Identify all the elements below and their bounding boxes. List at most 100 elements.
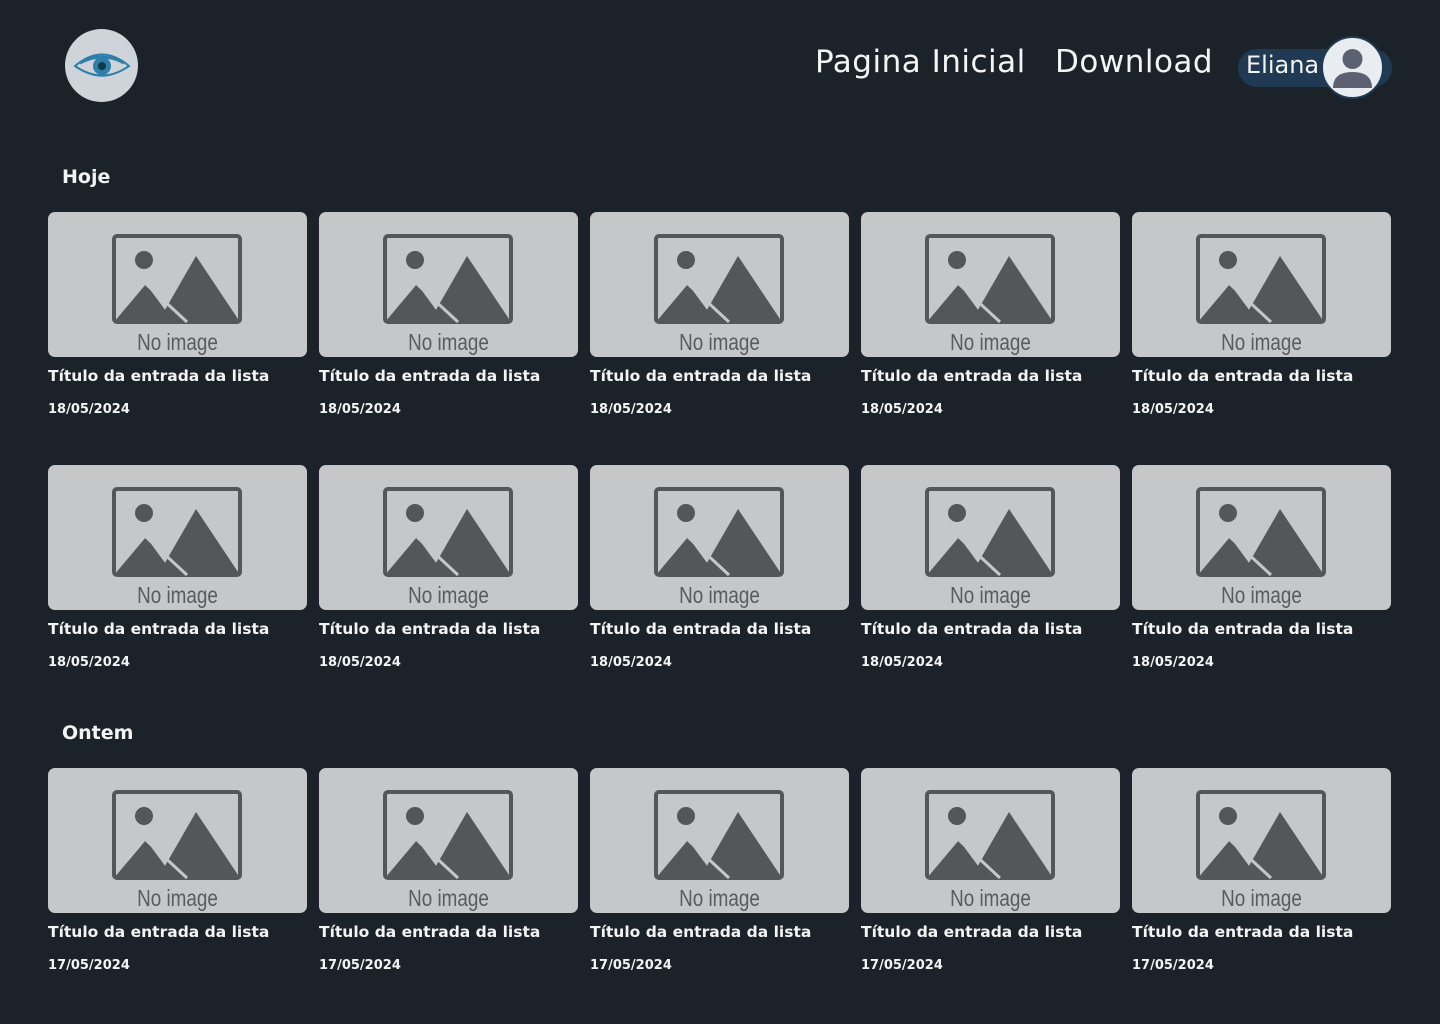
- thumbnail[interactable]: No image: [48, 768, 307, 913]
- card-title[interactable]: Título da entrada da lista: [1132, 367, 1391, 385]
- no-image-icon: [925, 487, 1055, 577]
- card-title[interactable]: Título da entrada da lista: [319, 620, 578, 638]
- card-date: 18/05/2024: [48, 402, 130, 417]
- thumbnail[interactable]: No image: [48, 465, 307, 610]
- thumbnail[interactable]: No image: [861, 465, 1120, 610]
- no-image-label: No image: [408, 329, 489, 355]
- no-image-label: No image: [408, 582, 489, 608]
- thumbnail[interactable]: No image: [590, 212, 849, 357]
- nav-download-link[interactable]: Download: [1055, 44, 1213, 88]
- no-image-label: No image: [679, 329, 760, 355]
- card-date: 18/05/2024: [590, 402, 672, 417]
- card-row: No image Título da entrada da lista 17/05/…: [48, 768, 1391, 973]
- list-item-card[interactable]: No image Título da entrada da lista 17/05/…: [861, 768, 1120, 973]
- nav-home-link[interactable]: Pagina Inicial: [815, 44, 1026, 88]
- thumbnail[interactable]: No image: [590, 465, 849, 610]
- thumbnail[interactable]: No image: [319, 465, 578, 610]
- no-image-icon: [654, 234, 784, 324]
- card-date: 17/05/2024: [319, 958, 401, 973]
- card-title[interactable]: Título da entrada da lista: [48, 620, 307, 638]
- no-image-label: No image: [950, 582, 1031, 608]
- card-row: No image Título da entrada da lista 18/05/…: [48, 465, 1391, 670]
- no-image-icon: [383, 487, 513, 577]
- no-image-label: No image: [679, 582, 760, 608]
- no-image-label: No image: [1221, 329, 1302, 355]
- section-title: Ontem: [62, 722, 134, 744]
- thumbnail[interactable]: No image: [590, 768, 849, 913]
- no-image-icon: [654, 790, 784, 880]
- card-date: 17/05/2024: [590, 958, 672, 973]
- list-item-card[interactable]: No image Título da entrada da lista 17/05/…: [1132, 768, 1391, 973]
- no-image-label: No image: [408, 885, 489, 911]
- card-title[interactable]: Título da entrada da lista: [48, 367, 307, 385]
- card-date: 18/05/2024: [1132, 655, 1214, 670]
- no-image-label: No image: [1221, 582, 1302, 608]
- card-date: 18/05/2024: [1132, 402, 1214, 417]
- card-date: 18/05/2024: [319, 655, 401, 670]
- no-image-icon: [1196, 790, 1326, 880]
- list-item-card[interactable]: No image Título da entrada da lista 18/05/…: [861, 465, 1120, 670]
- card-row: No image Título da entrada da lista 18/05/…: [48, 212, 1391, 417]
- no-image-icon: [383, 234, 513, 324]
- list-item-card[interactable]: No image Título da entrada da lista 18/05/…: [48, 465, 307, 670]
- card-date: 18/05/2024: [319, 402, 401, 417]
- avatar[interactable]: [1321, 36, 1384, 99]
- no-image-label: No image: [137, 329, 218, 355]
- no-image-icon: [112, 487, 242, 577]
- no-image-icon: [1196, 234, 1326, 324]
- no-image-icon: [112, 790, 242, 880]
- card-title[interactable]: Título da entrada da lista: [1132, 923, 1391, 941]
- list-item-card[interactable]: No image Título da entrada da lista 18/05/…: [590, 212, 849, 417]
- card-date: 17/05/2024: [861, 958, 943, 973]
- no-image-label: No image: [950, 329, 1031, 355]
- card-title[interactable]: Título da entrada da lista: [861, 923, 1120, 941]
- no-image-label: No image: [137, 885, 218, 911]
- thumbnail[interactable]: No image: [48, 212, 307, 357]
- no-image-icon: [112, 234, 242, 324]
- thumbnail[interactable]: No image: [319, 768, 578, 913]
- list-item-card[interactable]: No image Título da entrada da lista 18/05/…: [861, 212, 1120, 417]
- card-title[interactable]: Título da entrada da lista: [590, 367, 849, 385]
- list-item-card[interactable]: No image Título da entrada da lista 18/05/…: [590, 465, 849, 670]
- eye-icon: [72, 53, 131, 77]
- thumbnail[interactable]: No image: [1132, 768, 1391, 913]
- list-item-card[interactable]: No image Título da entrada da lista 17/05/…: [319, 768, 578, 973]
- card-title[interactable]: Título da entrada da lista: [319, 923, 578, 941]
- no-image-icon: [925, 234, 1055, 324]
- no-image-icon: [925, 790, 1055, 880]
- no-image-label: No image: [1221, 885, 1302, 911]
- list-item-card[interactable]: No image Título da entrada da lista 18/05/…: [48, 212, 307, 417]
- thumbnail[interactable]: No image: [861, 212, 1120, 357]
- logo[interactable]: [65, 29, 138, 102]
- list-item-card[interactable]: No image Título da entrada da lista 17/05/…: [590, 768, 849, 973]
- card-title[interactable]: Título da entrada da lista: [1132, 620, 1391, 638]
- no-image-label: No image: [137, 582, 218, 608]
- list-item-card[interactable]: No image Título da entrada da lista 18/05/…: [1132, 465, 1391, 670]
- card-title[interactable]: Título da entrada da lista: [590, 620, 849, 638]
- card-title[interactable]: Título da entrada da lista: [861, 620, 1120, 638]
- card-title[interactable]: Título da entrada da lista: [861, 367, 1120, 385]
- thumbnail[interactable]: No image: [1132, 212, 1391, 357]
- card-date: 18/05/2024: [48, 655, 130, 670]
- no-image-icon: [1196, 487, 1326, 577]
- list-item-card[interactable]: No image Título da entrada da lista 18/05/…: [1132, 212, 1391, 417]
- thumbnail[interactable]: No image: [1132, 465, 1391, 610]
- user-name[interactable]: Eliana: [1246, 51, 1319, 79]
- list-item-card[interactable]: No image Título da entrada da lista 18/05/…: [319, 212, 578, 417]
- thumbnail[interactable]: No image: [861, 768, 1120, 913]
- list-item-card[interactable]: No image Título da entrada da lista 17/05/…: [48, 768, 307, 973]
- card-date: 17/05/2024: [1132, 958, 1214, 973]
- card-date: 17/05/2024: [48, 958, 130, 973]
- card-date: 18/05/2024: [590, 655, 672, 670]
- thumbnail[interactable]: No image: [319, 212, 578, 357]
- section-title: Hoje: [62, 166, 111, 188]
- no-image-icon: [383, 790, 513, 880]
- card-title[interactable]: Título da entrada da lista: [48, 923, 307, 941]
- no-image-label: No image: [679, 885, 760, 911]
- no-image-icon: [654, 487, 784, 577]
- card-title[interactable]: Título da entrada da lista: [590, 923, 849, 941]
- list-item-card[interactable]: No image Título da entrada da lista 18/05/…: [319, 465, 578, 670]
- app-header: Pagina Inicial Download Eliana: [0, 0, 1440, 134]
- card-title[interactable]: Título da entrada da lista: [319, 367, 578, 385]
- no-image-label: No image: [950, 885, 1031, 911]
